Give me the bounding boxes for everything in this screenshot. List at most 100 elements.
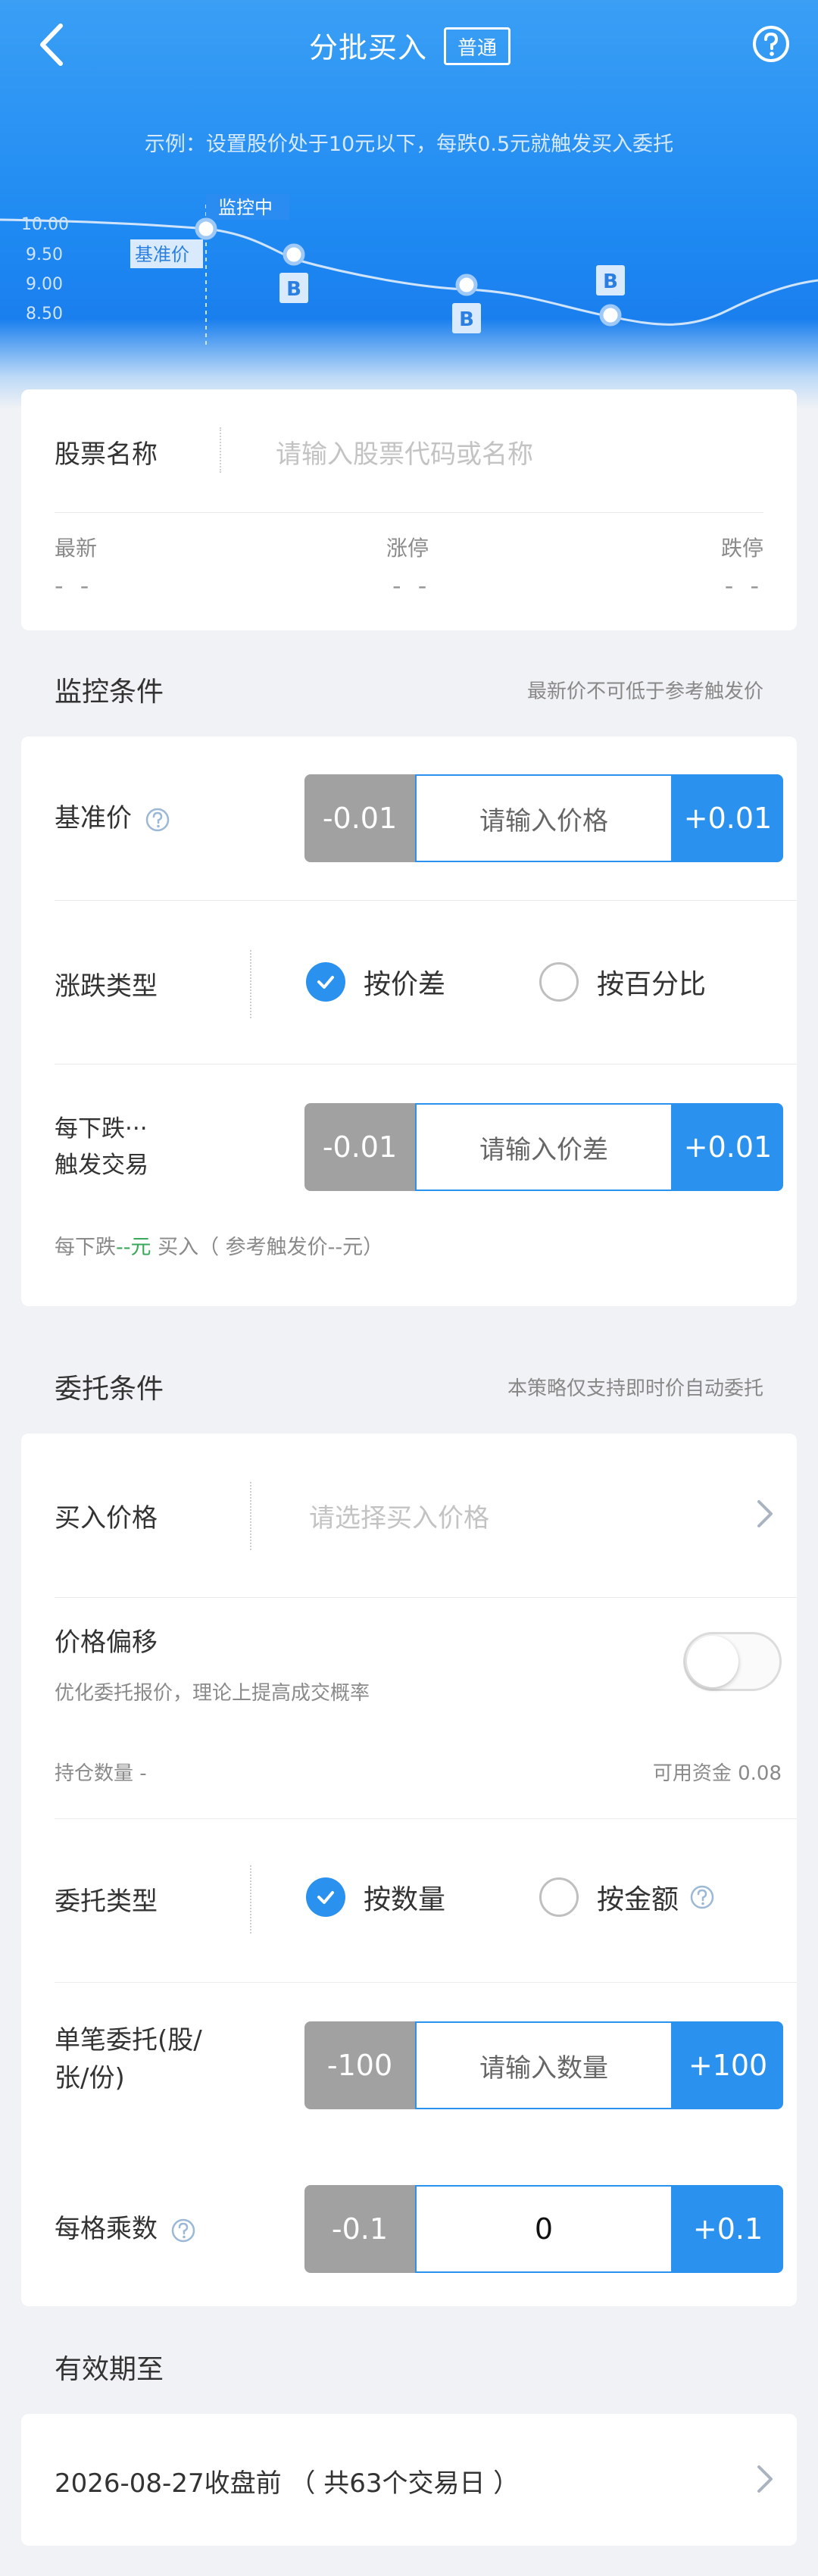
back-arrow-icon[interactable]: [30, 18, 76, 71]
buy-marker-3: B: [603, 270, 618, 293]
radio-by-percent[interactable]: 按百分比: [539, 962, 706, 1002]
base-label: 基准价: [135, 244, 189, 265]
stock-name-label: 股票名称: [55, 439, 158, 470]
radio-checked-icon: [306, 1877, 345, 1917]
multiplier-input[interactable]: 0: [415, 2185, 673, 2273]
multiplier-plus-button[interactable]: +0.1: [673, 2185, 783, 2273]
order-section-note: 本策略仅支持即时价自动委托: [507, 1377, 763, 1400]
stock-separator: [220, 427, 221, 473]
buy-price-label: 买入价格: [55, 1503, 158, 1533]
monitor-card: 基准价 -0.01 请输入价格 +0.01 涨跌类型 按价差 按百分比 每下跌·…: [21, 736, 797, 1306]
radio-by-amount[interactable]: 按金额: [539, 1877, 715, 1917]
base-price-label-text: 基准价: [55, 803, 132, 833]
single-order-label-line1: 单笔委托(股/: [55, 2025, 202, 2055]
mode-badge[interactable]: 普通: [444, 27, 510, 65]
monitor-label: 监控中: [218, 197, 273, 218]
monitor-divider-1: [55, 900, 797, 901]
limit-down-label: 跌停: [720, 536, 763, 561]
drop-trigger-label: 每下跌··· 触发交易: [55, 1111, 148, 1183]
stock-divider: [55, 512, 763, 513]
header: 分批买入 普通 示例：设置股价处于10元以下，每跌0.5元就触发买入委托 10.…: [0, 0, 818, 409]
question-icon[interactable]: [689, 1884, 715, 1910]
buy-price-select[interactable]: 请选择买入价格: [309, 1497, 489, 1534]
single-order-minus-button[interactable]: -100: [304, 2021, 415, 2109]
limit-up-value: - -: [392, 571, 432, 600]
limit-up-label: 涨停: [386, 536, 429, 561]
drop-minus-button[interactable]: -0.01: [304, 1103, 415, 1191]
monitor-section-note: 最新价不可低于参考触发价: [526, 680, 763, 703]
base-price-stepper: -0.01 请输入价格 +0.01: [304, 774, 783, 862]
radio-by-amount-label: 按金额: [597, 1884, 679, 1915]
buy-point-1: [283, 243, 305, 266]
radio-by-quantity-label: 按数量: [364, 1884, 446, 1915]
question-icon[interactable]: [170, 2218, 196, 2243]
base-price-label: 基准价: [55, 797, 170, 834]
radio-unchecked-icon: [539, 1877, 579, 1917]
y-tick-4: 8.50: [26, 305, 63, 324]
drop-plus-button[interactable]: +0.01: [673, 1103, 783, 1191]
multiplier-stepper: -0.1 0 +0.1: [304, 2185, 783, 2273]
single-order-label-line2: 张/份): [55, 2063, 125, 2093]
drop-hint-prefix: 每下跌: [55, 1236, 116, 1259]
holding-quantity: 持仓数量 -: [55, 1762, 147, 1785]
latest-value: - -: [55, 571, 94, 600]
help-icon[interactable]: [751, 24, 791, 64]
page-title: 分批买入: [309, 31, 428, 64]
single-order-stepper: -100 请输入数量 +100: [304, 2021, 783, 2109]
stock-card: 股票名称 请输入股票代码或名称 最新 涨停 跌停 - - - - - -: [21, 389, 797, 630]
radio-by-percent-label: 按百分比: [597, 969, 707, 1000]
single-order-plus-button[interactable]: +100: [673, 2021, 783, 2109]
price-offset-label: 价格偏移: [55, 1627, 158, 1658]
order-card: 买入价格 请选择买入价格 价格偏移 优化委托报价，理论上提高成交概率 持仓数量 …: [21, 1433, 797, 2306]
price-curve: [0, 218, 818, 326]
monitor-section-title: 监控条件: [55, 677, 164, 708]
drop-input[interactable]: 请输入价差: [415, 1103, 673, 1191]
single-order-label: 单笔委托(股/ 张/份): [55, 2021, 202, 2097]
radio-by-price-diff[interactable]: 按价差: [306, 962, 445, 1002]
example-text: 示例：设置股价处于10元以下，每跌0.5元就触发买入委托: [144, 133, 674, 156]
latest-label: 最新: [55, 536, 98, 561]
radio-by-price-diff-label: 按价差: [364, 969, 446, 1000]
multiplier-minus-button[interactable]: -0.1: [304, 2185, 415, 2273]
example-chart: 10.00 9.50 9.00 8.50 监控中 基准价 B B B: [0, 194, 818, 349]
base-price-minus-button[interactable]: -0.01: [304, 774, 415, 862]
buy-marker-1: B: [286, 278, 301, 301]
stock-input[interactable]: 请输入股票代码或名称: [276, 433, 533, 470]
base-price-input[interactable]: 请输入价格: [415, 774, 673, 862]
chevron-right-icon[interactable]: [753, 2462, 776, 2496]
radio-checked-icon: [306, 962, 345, 1002]
buy-point-2: [455, 274, 478, 296]
drop-hint: 每下跌--元 买入（ 参考触发价--元）: [55, 1230, 383, 1260]
price-offset-desc: 优化委托报价，理论上提高成交概率: [55, 1682, 370, 1705]
drop-hint-value: --元: [116, 1236, 151, 1259]
order-divider-1: [55, 1597, 797, 1598]
buy-price-separator: [250, 1482, 251, 1550]
single-order-input[interactable]: 请输入数量: [415, 2021, 673, 2109]
y-tick-3: 9.00: [26, 275, 63, 294]
order-type-label: 委托类型: [55, 1887, 158, 1917]
chevron-right-icon[interactable]: [753, 1497, 776, 1530]
toggle-knob: [687, 1636, 738, 1687]
multiplier-label: 每格乘数: [55, 2208, 196, 2245]
drop-stepper: -0.01 请输入价差 +0.01: [304, 1103, 783, 1191]
validity-card[interactable]: 2026-08-27收盘前 （ 共63个交易日 ）: [21, 2414, 797, 2546]
validity-section-title: 有效期至: [55, 2354, 164, 2385]
drop-hint-suffix: 买入（ 参考触发价--元）: [151, 1236, 384, 1259]
change-type-separator: [250, 950, 251, 1018]
radio-by-quantity[interactable]: 按数量: [306, 1877, 445, 1917]
price-offset-toggle[interactable]: [683, 1632, 782, 1691]
y-tick-1: 10.00: [21, 215, 69, 234]
multiplier-label-text: 每格乘数: [55, 2214, 158, 2244]
order-divider-3: [55, 1982, 797, 1983]
drop-trigger-label-line2: 触发交易: [55, 1152, 148, 1179]
radio-unchecked-icon: [539, 962, 579, 1002]
drop-trigger-label-line1: 每下跌···: [55, 1115, 148, 1143]
buy-point-3: [599, 304, 622, 327]
base-point: [195, 217, 217, 240]
change-type-label: 涨跌类型: [55, 971, 158, 1002]
question-icon[interactable]: [145, 807, 170, 833]
y-tick-2: 9.50: [26, 245, 63, 264]
limit-down-value: - -: [724, 571, 763, 600]
base-price-plus-button[interactable]: +0.01: [673, 774, 783, 862]
order-type-separator: [250, 1865, 251, 1934]
